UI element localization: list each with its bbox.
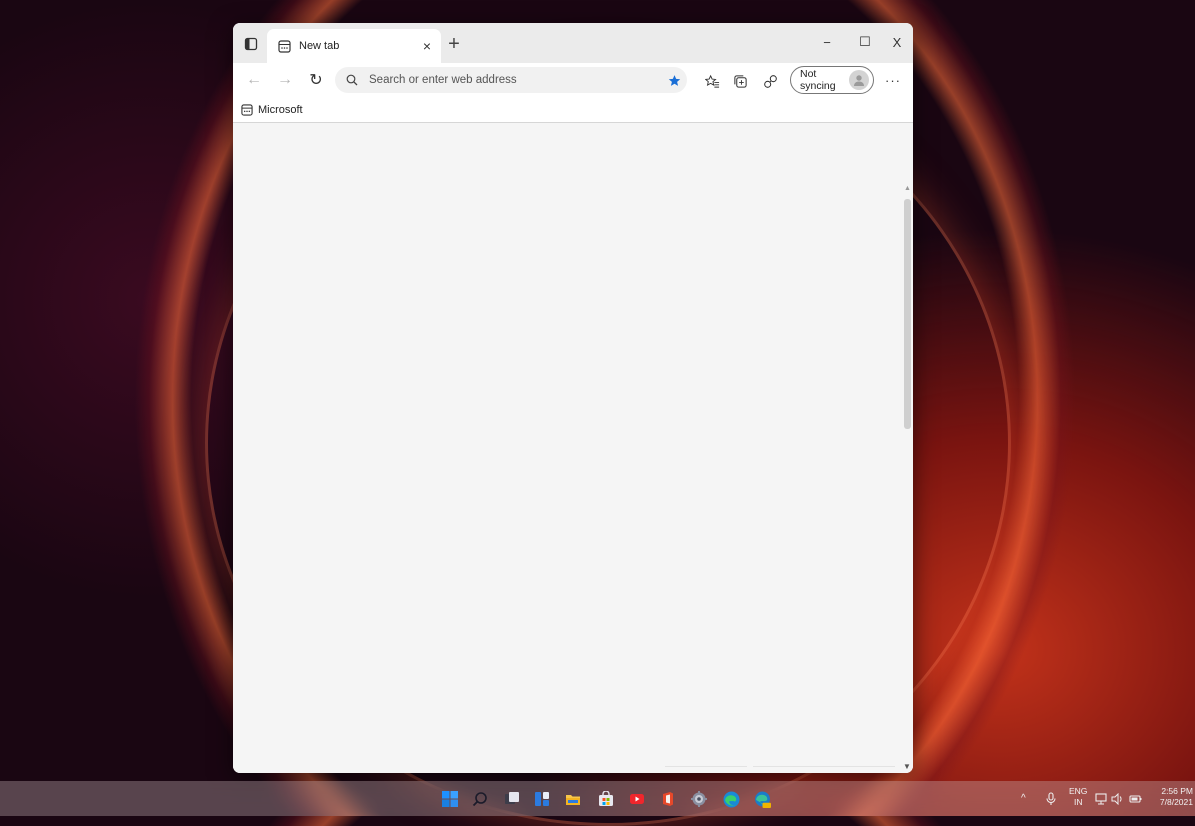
clock-time: 2:56 PM: [1161, 786, 1193, 796]
favorites-icon[interactable]: [701, 70, 723, 92]
search-icon[interactable]: [470, 789, 490, 809]
refresh-button[interactable]: ↻: [304, 68, 328, 92]
close-window-button[interactable]: X: [885, 31, 909, 53]
taskbar: ^ ENG IN 2:56 PM 7/8/2021: [0, 781, 1195, 816]
tab-strip: New tab × + − ☐ X: [233, 23, 913, 63]
clock-date: 7/8/2021: [1159, 797, 1193, 807]
browser-window: New tab × + − ☐ X ← → ↻ Not s: [233, 23, 913, 773]
address-input[interactable]: [367, 73, 663, 87]
tab-actions-icon: [244, 37, 258, 51]
back-button[interactable]: ←: [242, 68, 266, 92]
search-icon: [345, 73, 359, 87]
settings-more-button[interactable]: ···: [882, 69, 904, 91]
task-view-icon[interactable]: [502, 789, 522, 809]
favorites-item-label: Microsoft: [258, 104, 303, 116]
tab-new-tab[interactable]: New tab ×: [267, 29, 441, 63]
tab-close-button[interactable]: ×: [417, 36, 437, 56]
page-icon: [241, 104, 253, 116]
navigation-toolbar: ← → ↻ Not syncing ···: [233, 63, 913, 97]
file-explorer-icon[interactable]: [563, 789, 583, 809]
avatar: [849, 70, 869, 90]
office-icon[interactable]: [658, 789, 678, 809]
scroll-up-icon[interactable]: ▲: [904, 185, 911, 192]
language-code: ENG: [1069, 786, 1088, 796]
new-tab-page-icon: [276, 38, 292, 54]
input-language-indicator[interactable]: ENG IN: [1069, 786, 1087, 808]
address-bar[interactable]: [335, 67, 687, 93]
edge-canary-icon[interactable]: [752, 789, 772, 809]
microphone-icon[interactable]: [1041, 789, 1061, 809]
minimize-button[interactable]: −: [815, 31, 839, 53]
scroll-down-icon[interactable]: ▼: [903, 762, 911, 771]
page-content: ▲ ▼: [233, 123, 913, 773]
tab-title: New tab: [299, 40, 340, 52]
store-icon[interactable]: [596, 789, 616, 809]
favorite-star-icon[interactable]: [663, 69, 685, 91]
battery-icon[interactable]: [1126, 789, 1146, 809]
profile-sync-button[interactable]: Not syncing: [790, 66, 874, 94]
content-divider: [665, 766, 747, 767]
start-icon[interactable]: [440, 789, 460, 809]
collections-icon[interactable]: [729, 70, 751, 92]
volume-icon[interactable]: [1108, 789, 1128, 809]
sync-status-label: Not syncing: [800, 68, 836, 92]
language-region: IN: [1073, 797, 1083, 807]
content-divider: [753, 766, 895, 767]
forward-button[interactable]: →: [273, 68, 297, 92]
favorites-item-microsoft[interactable]: Microsoft: [241, 101, 303, 119]
settings-icon[interactable]: [689, 789, 709, 809]
clock[interactable]: 2:56 PM 7/8/2021: [1153, 786, 1193, 808]
edge-icon[interactable]: [721, 789, 741, 809]
extensions-icon[interactable]: [759, 70, 781, 92]
favorites-bar: Microsoft: [233, 97, 913, 123]
youtube-icon[interactable]: [627, 789, 647, 809]
tab-actions-button[interactable]: [239, 32, 263, 56]
maximize-button[interactable]: ☐: [853, 31, 877, 53]
show-hidden-icons-button[interactable]: ^: [1021, 781, 1026, 816]
scrollbar-thumb[interactable]: [904, 199, 911, 429]
widgets-icon[interactable]: [532, 789, 552, 809]
new-tab-button[interactable]: +: [443, 33, 465, 55]
vertical-scrollbar[interactable]: ▲ ▼: [901, 185, 913, 773]
